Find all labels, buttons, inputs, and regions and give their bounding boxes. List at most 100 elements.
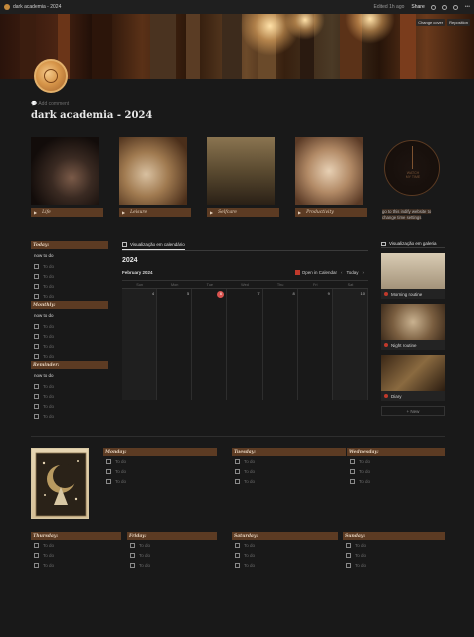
checkbox[interactable]: [34, 562, 39, 568]
checkbox[interactable]: [34, 293, 39, 299]
checkbox[interactable]: [130, 562, 135, 568]
share-button[interactable]: Share: [411, 4, 424, 10]
todo-item[interactable]: To do: [127, 540, 217, 550]
todo-item[interactable]: To do: [31, 331, 108, 341]
calendar-day[interactable]: 10: [332, 289, 368, 400]
todo-item[interactable]: To do: [31, 341, 108, 351]
page-icon-seal[interactable]: [34, 59, 68, 93]
clock-widget[interactable]: WATCH MY TIME: [384, 140, 440, 196]
checkbox[interactable]: [34, 542, 39, 548]
checkbox[interactable]: [34, 343, 39, 349]
today-button[interactable]: Today: [346, 270, 358, 275]
todo-item[interactable]: To do: [31, 321, 108, 331]
todo-item[interactable]: To do: [343, 540, 445, 550]
calendar-day[interactable]: 4: [122, 289, 158, 400]
todo-item[interactable]: To do: [31, 540, 121, 550]
checkbox[interactable]: [235, 478, 240, 484]
open-in-calendar-button[interactable]: Open in Calendar: [294, 270, 337, 275]
todo-item[interactable]: To do: [347, 466, 445, 476]
prev-icon[interactable]: ‹: [341, 270, 343, 275]
checkbox[interactable]: [346, 552, 351, 558]
checkbox[interactable]: [34, 263, 39, 269]
more-icon[interactable]: •••: [465, 4, 470, 10]
checkbox[interactable]: [106, 468, 111, 474]
now-to-do[interactable]: now to do: [31, 249, 108, 261]
todo-item[interactable]: To do: [103, 466, 217, 476]
todo-item[interactable]: To do: [232, 456, 346, 466]
checkbox[interactable]: [34, 413, 39, 419]
todo-item[interactable]: To do: [31, 391, 108, 401]
checkbox[interactable]: [34, 353, 39, 359]
checkbox[interactable]: [350, 468, 355, 474]
checkbox[interactable]: [235, 468, 240, 474]
checkbox[interactable]: [346, 542, 351, 548]
todo-item[interactable]: To do: [31, 351, 108, 361]
calendar-day[interactable]: 9: [298, 289, 333, 400]
todo-item[interactable]: To do: [232, 540, 338, 550]
todo-item[interactable]: To do: [232, 466, 346, 476]
checkbox[interactable]: [235, 552, 240, 558]
change-cover-button[interactable]: Change cover: [416, 19, 446, 26]
todo-item[interactable]: To do: [343, 550, 445, 560]
todo-item[interactable]: To do: [31, 411, 108, 421]
todo-item[interactable]: To do: [347, 456, 445, 466]
gallery-card-leisure[interactable]: ▶ Leisure: [119, 137, 191, 217]
todo-item[interactable]: To do: [31, 550, 121, 560]
calendar-day[interactable]: 7: [227, 289, 263, 400]
checkbox[interactable]: [34, 403, 39, 409]
todo-item[interactable]: To do: [31, 560, 121, 570]
todo-item[interactable]: To do: [31, 261, 108, 271]
checkbox[interactable]: [350, 478, 355, 484]
checkbox[interactable]: [235, 542, 240, 548]
star-icon[interactable]: [452, 4, 458, 10]
todo-item[interactable]: To do: [343, 560, 445, 570]
page-title[interactable]: dark academia - 2024: [31, 110, 152, 121]
next-icon[interactable]: ›: [363, 270, 365, 275]
checkbox[interactable]: [350, 458, 355, 464]
breadcrumb[interactable]: dark academia - 2024: [13, 4, 61, 10]
calendar-day[interactable]: 8: [263, 289, 298, 400]
checkbox[interactable]: [130, 542, 135, 548]
todo-item[interactable]: To do: [232, 476, 346, 486]
todo-item[interactable]: To do: [31, 401, 108, 411]
todo-item[interactable]: To do: [127, 560, 217, 570]
checkbox[interactable]: [34, 323, 39, 329]
todo-item[interactable]: To do: [103, 476, 217, 486]
todo-item[interactable]: To do: [31, 271, 108, 281]
tab-gallery-view[interactable]: Visualização em galeria: [381, 240, 445, 248]
calendar-day-today[interactable]: 6: [192, 289, 228, 400]
todo-item[interactable]: To do: [232, 550, 338, 560]
checkbox[interactable]: [130, 552, 135, 558]
now-to-do[interactable]: now to do: [31, 309, 108, 321]
add-comment[interactable]: 💬 Add comment: [31, 101, 69, 107]
now-to-do[interactable]: now to do: [31, 369, 108, 381]
checkbox[interactable]: [34, 383, 39, 389]
reposition-button[interactable]: Reposition: [447, 19, 470, 26]
gallery-card-night[interactable]: Night routine: [381, 304, 445, 350]
checkbox[interactable]: [106, 458, 111, 464]
checkbox[interactable]: [34, 273, 39, 279]
clock-icon[interactable]: [441, 4, 447, 10]
gallery-card-morning[interactable]: Morning routine: [381, 253, 445, 299]
checkbox[interactable]: [106, 478, 111, 484]
new-card-button[interactable]: + New: [381, 406, 445, 416]
checkbox[interactable]: [346, 562, 351, 568]
checkbox[interactable]: [235, 458, 240, 464]
gallery-card-diary[interactable]: Diary: [381, 355, 445, 401]
checkbox[interactable]: [34, 283, 39, 289]
todo-item[interactable]: To do: [232, 560, 338, 570]
gallery-card-selfcare[interactable]: ▶ Selfcare: [207, 137, 279, 217]
todo-item[interactable]: To do: [347, 476, 445, 486]
todo-item[interactable]: To do: [127, 550, 217, 560]
gallery-card-productivity[interactable]: ▶ Productivity: [295, 137, 367, 217]
todo-item[interactable]: To do: [103, 456, 217, 466]
clock-settings-link[interactable]: go to this indify website to change time…: [382, 209, 446, 221]
tab-calendar-view[interactable]: Visualização em calendário: [122, 241, 185, 250]
todo-item[interactable]: To do: [31, 381, 108, 391]
todo-item[interactable]: To do: [31, 291, 108, 301]
calendar-day[interactable]: 5: [157, 289, 193, 400]
checkbox[interactable]: [34, 333, 39, 339]
checkbox[interactable]: [34, 552, 39, 558]
comment-icon[interactable]: [430, 4, 436, 10]
todo-item[interactable]: To do: [31, 281, 108, 291]
